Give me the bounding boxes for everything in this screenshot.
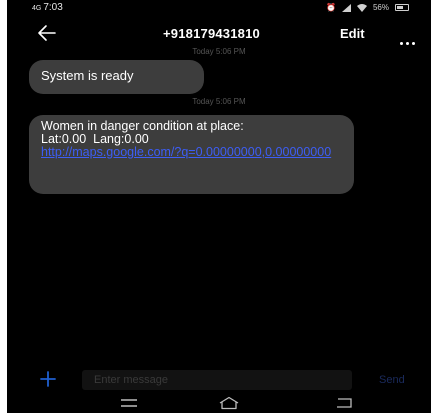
contact-number[interactable]: +918179431810: [163, 26, 260, 41]
edit-button[interactable]: Edit: [340, 26, 365, 41]
map-link[interactable]: http://maps.google.com/?q=0.00000000,0.0…: [41, 146, 341, 159]
status-time: 7:03: [43, 2, 63, 13]
message-text: System is ready: [41, 68, 134, 83]
signal-icon: [341, 3, 351, 12]
status-bar: 4G 7:03 ⏰ 56%: [7, 0, 431, 18]
navigation-bar: [7, 395, 431, 413]
back-nav-icon[interactable]: [332, 397, 356, 409]
battery-percent: 56%: [372, 3, 389, 12]
status-left: 4G 7:03: [32, 2, 63, 13]
alarm-icon: ⏰: [326, 3, 336, 12]
send-button[interactable]: Send: [379, 374, 405, 386]
arrow-left-icon[interactable]: [35, 22, 59, 44]
menu-icon[interactable]: [117, 397, 141, 409]
wifi-icon: [356, 3, 367, 12]
phone-screen: 4G 7:03 ⏰ 56% +918179431810 Edit Today 5…: [7, 0, 431, 413]
message-timestamp: Today 5:06 PM: [192, 97, 246, 106]
battery-icon: [395, 4, 409, 11]
status-right: ⏰ 56%: [326, 3, 409, 12]
conversation-header: +918179431810 Edit: [7, 20, 431, 48]
home-icon[interactable]: [217, 396, 241, 410]
network-indicator: 4G: [32, 5, 42, 12]
battery-fill: [397, 6, 403, 9]
message-input[interactable]: [82, 370, 352, 390]
message-bubble[interactable]: System is ready: [29, 60, 204, 94]
message-bubble[interactable]: Women in danger condition at place: Lat:…: [29, 115, 354, 194]
message-timestamp: Today 5:06 PM: [192, 47, 246, 56]
more-horizontal-icon[interactable]: [400, 32, 420, 45]
message-composer: Send: [7, 368, 431, 392]
plus-icon[interactable]: [40, 371, 56, 387]
